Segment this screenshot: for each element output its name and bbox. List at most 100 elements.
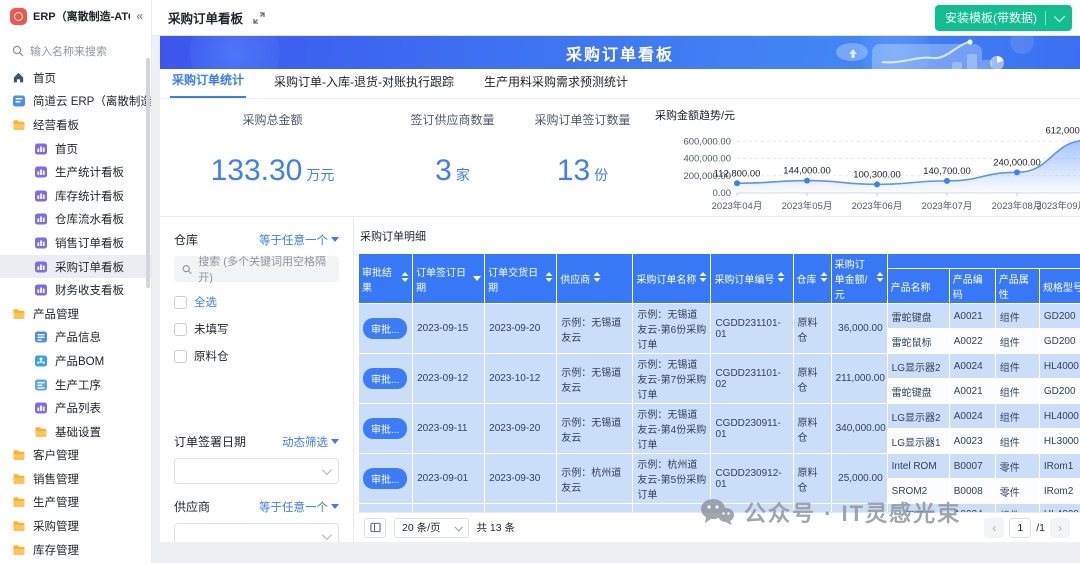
- checkbox-icon[interactable]: [174, 350, 187, 363]
- sidebar-collapse-icon[interactable]: «: [136, 9, 143, 23]
- sidebar-search-input[interactable]: 输入名称来搜索: [2, 38, 149, 64]
- product-name-cell: Intel ROM: [887, 454, 949, 479]
- tab-采购订单-入库-退货-对账执行跟踪[interactable]: 采购订单-入库-退货-对账执行跟踪: [272, 73, 456, 98]
- checkbox-icon[interactable]: [174, 296, 187, 309]
- warehouse-option-未填写[interactable]: 未填写: [174, 321, 339, 337]
- page-size-select[interactable]: 20 条/页: [394, 518, 469, 538]
- dash-icon: [34, 165, 48, 179]
- product-spec-cell: HL4000: [1039, 404, 1080, 429]
- warehouse-cell: 原料仓: [793, 454, 831, 504]
- sort-icon[interactable]: [777, 272, 785, 285]
- sidebar-item-产品管理[interactable]: 产品管理: [0, 302, 151, 326]
- sign-date-select[interactable]: [174, 458, 339, 484]
- sort-icon[interactable]: [876, 272, 884, 285]
- sidebar-item-产品BOM[interactable]: 产品BOM: [0, 349, 151, 373]
- sort-icon[interactable]: [593, 272, 601, 285]
- product-code-cell: B0007: [949, 454, 995, 479]
- sidebar-item-生产统计看板[interactable]: 生产统计看板: [0, 160, 151, 184]
- sidebar-item-生产管理[interactable]: 生产管理: [0, 491, 151, 515]
- sidebar-item-label: 仓库流水看板: [55, 211, 124, 227]
- warehouse-operator-dropdown[interactable]: 等于任意一个: [259, 232, 339, 248]
- product-code-cell: A0024: [949, 354, 995, 379]
- sidebar-item-label: 销售管理: [33, 471, 79, 487]
- column-header-仓库[interactable]: 仓库: [793, 254, 831, 304]
- dash-icon: [34, 212, 48, 226]
- column-header-产品编码[interactable]: 产品编码: [949, 269, 995, 304]
- column-header-订单签订日期[interactable]: 订单签订日期: [413, 254, 485, 304]
- install-template-button[interactable]: 安装模板(带数据): [935, 5, 1072, 31]
- sidebar-item-经营看板[interactable]: 经营看板: [0, 113, 151, 137]
- product-group-header: [887, 254, 1080, 269]
- folder-icon: [12, 307, 26, 321]
- sidebar-item-销售管理[interactable]: 销售管理: [0, 467, 151, 491]
- sidebar-item-客户管理[interactable]: 客户管理: [0, 444, 151, 468]
- column-header-产品属性[interactable]: 产品属性: [995, 269, 1039, 304]
- warehouse-option-全选[interactable]: 全选: [174, 294, 339, 310]
- svg-text:2023年06月: 2023年06月: [852, 200, 903, 212]
- checkbox-icon[interactable]: [174, 323, 187, 336]
- sidebar-item-产品列表[interactable]: 产品列表: [0, 396, 151, 420]
- column-header-供应商[interactable]: 供应商: [557, 254, 633, 304]
- order-no-cell: CGDD230911-01: [711, 404, 793, 454]
- warehouse-search-input[interactable]: 搜索 (多个关键词用空格隔开): [174, 256, 339, 282]
- supplier-operator-dropdown[interactable]: 等于任意一个: [259, 499, 339, 515]
- chevron-down-icon: [322, 530, 332, 540]
- sidebar-scrollbar[interactable]: [146, 58, 150, 288]
- product-name-cell: LG显示器2: [887, 404, 949, 429]
- current-page-input[interactable]: 1: [1009, 518, 1031, 538]
- column-settings-button[interactable]: [364, 518, 386, 538]
- svg-text:2023年05月: 2023年05月: [782, 200, 833, 212]
- sidebar-item-首页[interactable]: 首页: [0, 137, 151, 161]
- column-header-采购订单名称[interactable]: 采购订单名称: [633, 254, 711, 304]
- tab-采购订单统计[interactable]: 采购订单统计: [170, 71, 246, 98]
- column-header-采购订单金额/元[interactable]: 采购订单金额/元: [831, 254, 887, 304]
- svg-text:2023年04月: 2023年04月: [712, 200, 763, 212]
- product-attr-cell: 组件: [995, 329, 1039, 354]
- sidebar-item-仓库流水看板[interactable]: 仓库流水看板: [0, 208, 151, 232]
- sidebar-item-产品信息[interactable]: 产品信息: [0, 326, 151, 350]
- sidebar-item-简道云 ERP（离散制造-ATO）「...[interactable]: 简道云 ERP（离散制造-ATO）「...: [0, 90, 151, 114]
- warehouse-options: 全选未填写原料仓: [174, 294, 339, 364]
- sidebar-item-采购管理[interactable]: 采购管理: [0, 514, 151, 538]
- sidebar-item-基础设置[interactable]: 基础设置: [0, 420, 151, 444]
- tab-生产用料采购需求预测统计[interactable]: 生产用料采购需求预测统计: [482, 73, 630, 98]
- sort-icon[interactable]: [699, 272, 707, 285]
- product-code-cell: A0022: [949, 329, 995, 354]
- sidebar-item-label: 客户管理: [33, 447, 79, 463]
- warehouse-option-原料仓[interactable]: 原料仓: [174, 348, 339, 364]
- sidebar-item-库存统计看板[interactable]: 库存统计看板: [0, 184, 151, 208]
- supplier-select[interactable]: [174, 523, 339, 542]
- sidebar-item-库存管理[interactable]: 库存管理: [0, 538, 151, 562]
- approve-button[interactable]: 审批...: [363, 368, 407, 389]
- column-header-审批结果[interactable]: 审批结果: [359, 254, 413, 304]
- dashboard-content: 采购订单看板 采: [160, 36, 1080, 542]
- prev-page-button[interactable]: ‹: [984, 518, 1004, 538]
- svg-text:612,000.00: 612,000.00: [1045, 125, 1080, 136]
- sidebar-item-label: 生产统计看板: [55, 164, 124, 180]
- column-header-订单交货日期[interactable]: 订单交货日期: [485, 254, 557, 304]
- sign-date-operator-dropdown[interactable]: 动态筛选: [282, 434, 339, 450]
- sidebar-item-首页[interactable]: 首页: [0, 66, 151, 90]
- sidebar-item-生产工序[interactable]: 生产工序: [0, 373, 151, 397]
- supplier-cell: 示例：无锡道友云: [557, 404, 633, 454]
- approve-button[interactable]: 审批...: [363, 318, 407, 339]
- sort-icon[interactable]: [545, 272, 553, 285]
- column-header-规格型号[interactable]: 规格型号: [1039, 269, 1080, 304]
- column-header-采购订单编号[interactable]: 采购订单编号: [711, 254, 793, 304]
- next-page-button[interactable]: ›: [1050, 518, 1070, 538]
- sidebar-item-财务收支看板[interactable]: 财务收支看板: [0, 278, 151, 302]
- fullscreen-icon[interactable]: [253, 12, 265, 24]
- approve-button[interactable]: 审批...: [363, 468, 407, 489]
- column-header-产品名称[interactable]: 产品名称: [887, 269, 949, 304]
- dashboard-body: 仓库 等于任意一个 搜索 (多个关键词用空格隔开) 全选未填写原料仓 订单签署日…: [160, 217, 1080, 542]
- sidebar-item-销售订单看板[interactable]: 销售订单看板: [0, 231, 151, 255]
- page-size-value: 20 条/页: [402, 520, 441, 535]
- sidebar-item-采购订单看板[interactable]: 采购订单看板: [0, 255, 151, 279]
- sort-icon[interactable]: [473, 273, 481, 285]
- order-table-scroll-area[interactable]: 审批结果订单签订日期订单交货日期供应商采购订单名称采购订单编号仓库采购订单金额/…: [358, 253, 1080, 512]
- sort-icon[interactable]: [820, 272, 828, 285]
- approve-button[interactable]: 审批...: [363, 418, 407, 439]
- sidebar-item-label: 库存管理: [33, 542, 79, 558]
- stat-value: 13: [557, 154, 590, 187]
- sort-icon[interactable]: [401, 272, 409, 285]
